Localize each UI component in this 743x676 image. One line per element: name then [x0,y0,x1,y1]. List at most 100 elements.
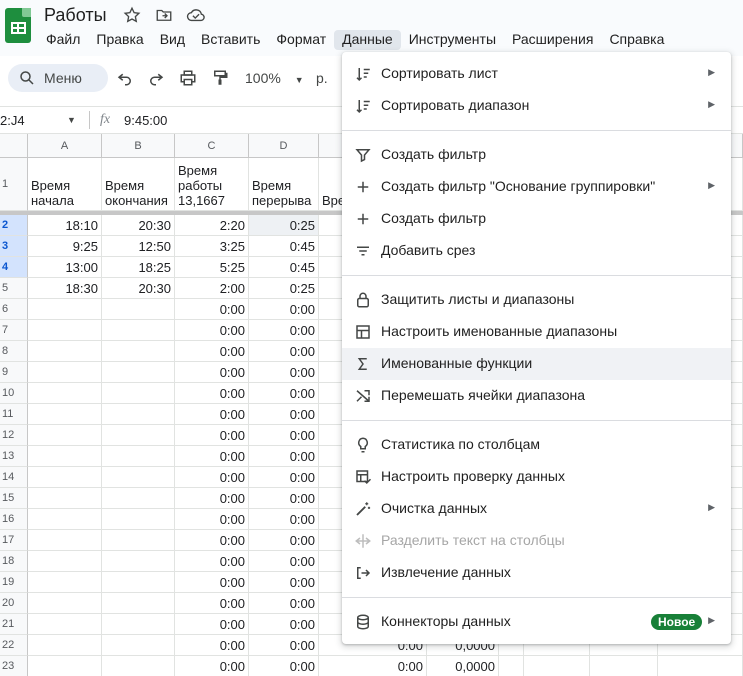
table-cell[interactable]: 18:30 [28,278,102,299]
table-cell[interactable]: 2:00 [175,278,249,299]
menu-extensions[interactable]: Расширения [504,30,601,50]
table-cell[interactable]: 0:00 [175,635,249,656]
row-header[interactable]: 2 [0,215,28,236]
table-cell[interactable]: 0:00 [249,572,319,593]
table-cell[interactable] [28,551,102,572]
table-cell[interactable] [102,404,175,425]
table-cell[interactable]: 0:00 [175,341,249,362]
table-cell[interactable] [28,341,102,362]
table-cell[interactable]: 0:00 [249,614,319,635]
table-cell[interactable] [28,614,102,635]
table-cell[interactable] [28,362,102,383]
table-cell[interactable]: 0:00 [249,341,319,362]
print-icon[interactable] [177,67,199,89]
table-cell[interactable]: 20:30 [102,215,175,236]
row-header[interactable]: 17 [0,530,28,551]
table-cell[interactable] [28,446,102,467]
name-box[interactable]: 2:J4 [0,113,25,128]
sheets-logo-icon[interactable] [5,8,31,43]
table-cell[interactable]: 0:00 [249,509,319,530]
row-header[interactable]: 14 [0,467,28,488]
table-cell[interactable] [499,656,524,676]
table-cell[interactable]: 0:00 [175,404,249,425]
undo-icon[interactable] [114,67,136,89]
table-cell[interactable]: 0:00 [175,362,249,383]
table-cell[interactable] [28,509,102,530]
table-cell[interactable]: 0:00 [249,446,319,467]
data-menu-item[interactable]: Перемешать ячейки диапазона [342,380,731,412]
header-cell[interactable]: Время работы 13,1667 [175,158,249,211]
table-cell[interactable]: 0:00 [249,383,319,404]
menu-edit[interactable]: Правка [88,30,151,50]
row-header[interactable]: 16 [0,509,28,530]
table-cell[interactable] [28,320,102,341]
data-menu-item[interactable]: Очистка данных ▶ [342,493,731,525]
table-cell[interactable] [28,488,102,509]
table-cell[interactable]: 3:25 [175,236,249,257]
data-menu-item[interactable]: Коннекторы данных Новое ▶ [342,606,731,638]
table-cell[interactable] [102,572,175,593]
menu-file[interactable]: Файл [38,30,88,50]
column-header[interactable]: C [175,134,249,158]
row-header[interactable]: 4 [0,257,28,278]
row-header[interactable]: 19 [0,572,28,593]
table-cell[interactable]: 0:00 [249,551,319,572]
select-all-corner[interactable] [0,134,28,158]
redo-icon[interactable] [145,67,167,89]
row-header[interactable]: 23 [0,656,28,676]
zoom-select[interactable]: 100% ▼ [245,70,304,86]
table-cell[interactable]: 0:00 [175,299,249,320]
column-header[interactable]: B [102,134,175,158]
table-cell[interactable] [28,530,102,551]
row-header[interactable]: 1 [0,158,28,211]
table-cell[interactable]: 0:00 [175,614,249,635]
table-cell[interactable]: 0:00 [175,530,249,551]
table-cell[interactable]: 0:00 [249,320,319,341]
menu-insert[interactable]: Вставить [193,30,268,50]
menu-search-button[interactable]: Меню [8,64,108,92]
table-cell[interactable] [590,656,658,676]
table-cell[interactable] [28,467,102,488]
row-header[interactable]: 8 [0,341,28,362]
table-cell[interactable]: 0:45 [249,236,319,257]
table-cell[interactable]: 0:00 [175,509,249,530]
table-cell[interactable] [102,320,175,341]
table-cell[interactable]: 0:00 [175,488,249,509]
star-icon[interactable] [122,5,142,25]
row-header[interactable]: 12 [0,425,28,446]
table-cell[interactable]: 12:50 [102,236,175,257]
table-cell[interactable] [28,593,102,614]
table-cell[interactable]: 0:00 [175,551,249,572]
table-cell[interactable] [28,635,102,656]
table-cell[interactable]: 0:00 [249,593,319,614]
row-header[interactable]: 9 [0,362,28,383]
menu-tools[interactable]: Инструменты [401,30,504,50]
table-cell[interactable] [102,593,175,614]
table-cell[interactable]: 0:00 [249,488,319,509]
data-menu-item[interactable]: Именованные функции [342,348,731,380]
table-cell[interactable] [102,551,175,572]
table-cell[interactable]: 18:25 [102,257,175,278]
table-cell[interactable] [102,614,175,635]
table-cell[interactable]: 0:25 [249,278,319,299]
table-cell[interactable] [524,656,590,676]
table-cell[interactable] [102,383,175,404]
table-cell[interactable] [658,656,743,676]
table-cell[interactable]: 0:00 [175,656,249,676]
paint-format-icon[interactable] [209,67,231,89]
row-header[interactable]: 20 [0,593,28,614]
table-cell[interactable] [102,425,175,446]
data-menu-item[interactable]: Создать фильтр "Основание группировки" ▶ [342,171,731,203]
table-cell[interactable] [28,299,102,320]
table-cell[interactable]: 0:00 [249,362,319,383]
row-header[interactable]: 15 [0,488,28,509]
table-cell[interactable] [102,530,175,551]
table-cell[interactable]: 13:00 [28,257,102,278]
table-cell[interactable]: 0:00 [249,467,319,488]
table-cell[interactable] [102,509,175,530]
menu-view[interactable]: Вид [152,30,193,50]
table-cell[interactable]: 0:00 [319,656,427,676]
menu-data[interactable]: Данные [334,30,401,50]
table-cell[interactable]: 20:30 [102,278,175,299]
table-cell[interactable]: 0:00 [175,446,249,467]
